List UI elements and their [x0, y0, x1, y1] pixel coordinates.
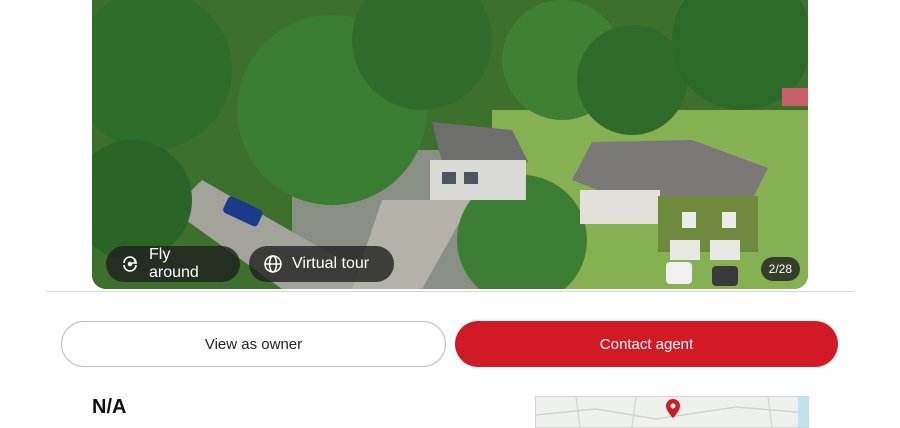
section-divider — [46, 291, 854, 292]
globe-icon — [263, 254, 283, 274]
location-map[interactable]: rge — [535, 396, 809, 428]
fly-around-button[interactable]: Fly around — [106, 246, 240, 282]
virtual-tour-button[interactable]: Virtual tour — [249, 246, 394, 282]
listing-photo[interactable]: Fly around Virtual tour 2/28 — [92, 0, 808, 289]
fly-around-label: Fly around — [149, 246, 199, 281]
drone-orbit-icon — [120, 254, 140, 274]
virtual-tour-label: Virtual tour — [292, 255, 370, 272]
view-as-owner-label: View as owner — [204, 335, 303, 353]
map-streets — [536, 397, 808, 427]
view-as-owner-button[interactable]: View as owner — [61, 321, 446, 367]
photo-counter: 2/28 — [760, 257, 800, 281]
contact-agent-label: Contact agent — [599, 335, 694, 353]
contact-agent-button[interactable]: Contact agent — [455, 321, 838, 367]
